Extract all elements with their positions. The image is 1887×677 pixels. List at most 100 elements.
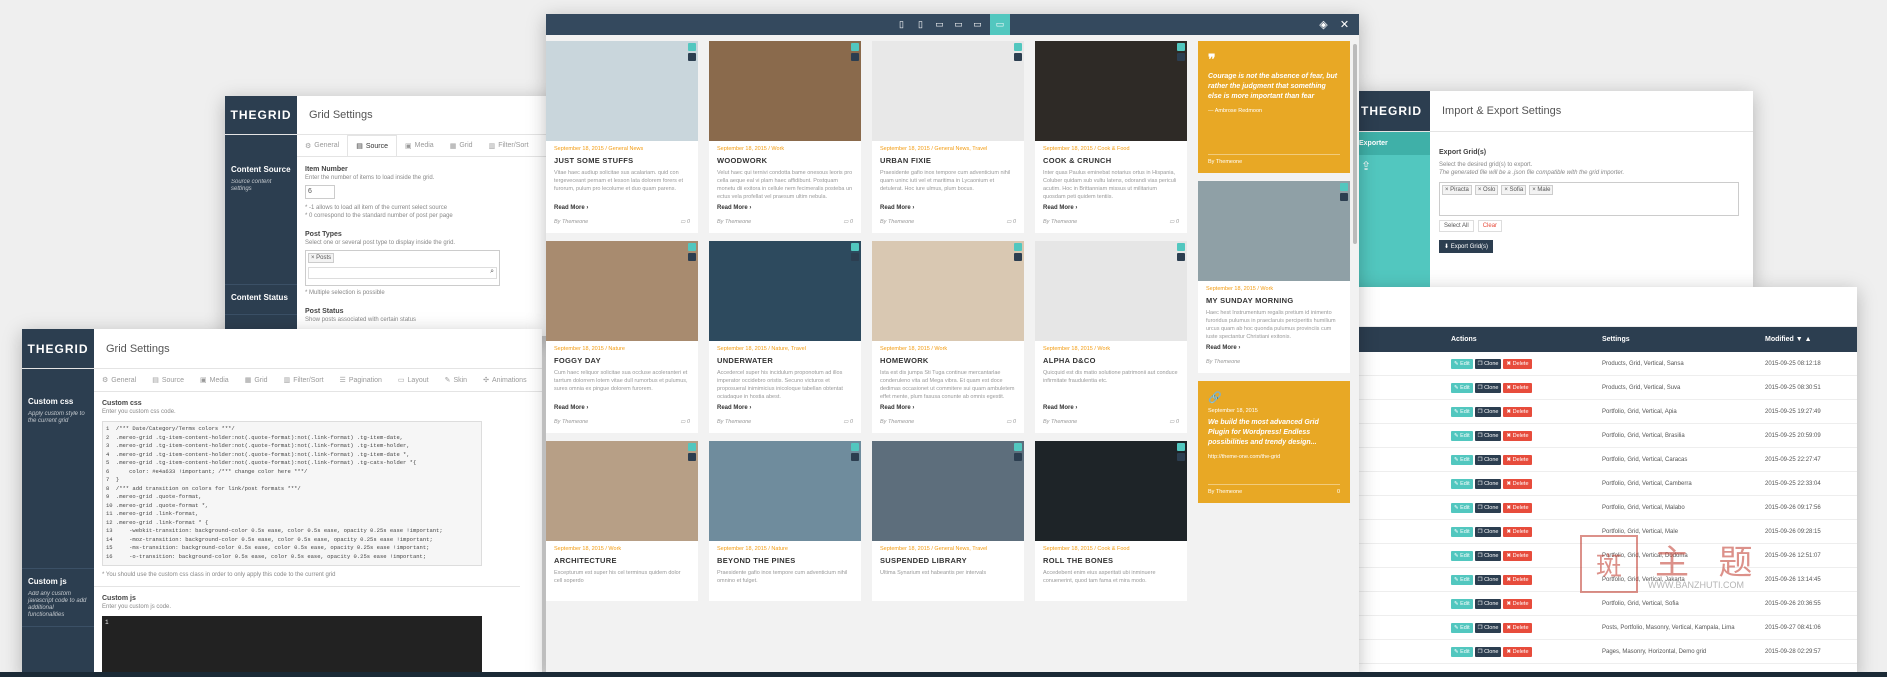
clone-button[interactable]: ❐ Clone xyxy=(1474,430,1502,441)
card-meta[interactable]: September 18, 2015 / Work xyxy=(1035,341,1187,354)
tab-media[interactable]: ▣ Media xyxy=(192,369,237,391)
tab-general[interactable]: ⚙ General xyxy=(297,135,347,156)
tab-pagination[interactable]: ☰ Pagination xyxy=(332,369,390,391)
card-title[interactable]: WOODWORK xyxy=(709,154,861,169)
phone-portrait-icon[interactable]: ▯ xyxy=(895,18,908,31)
quote-card[interactable]: ❞ Courage is not the absence of fear, but… xyxy=(1198,41,1350,173)
link-url[interactable]: http://theme-one.com/the-grid xyxy=(1208,454,1340,460)
link-icon[interactable] xyxy=(1177,243,1185,251)
clone-button[interactable]: ❐ Clone xyxy=(1474,478,1502,489)
eye-icon[interactable] xyxy=(1340,193,1348,201)
grid-chip[interactable]: × Male xyxy=(1529,185,1554,195)
sidebar-item-exporter[interactable]: Exporter xyxy=(1353,132,1430,155)
grid-card[interactable]: September 18, 2015 / Work ARCHITECTURE Exc… xyxy=(546,441,698,601)
comment-count[interactable]: ▭ 0 xyxy=(680,219,690,225)
grid-card[interactable]: September 18, 2015 / Cook & Food COOK & C… xyxy=(1035,41,1187,233)
tab-layout[interactable]: ▭ Layout xyxy=(390,369,437,391)
read-more-link[interactable]: Read More › xyxy=(1198,341,1350,355)
card-author[interactable]: By Themeone xyxy=(880,419,914,425)
comment-count[interactable]: ▭ 0 xyxy=(680,419,690,425)
card-image[interactable] xyxy=(872,441,1024,541)
link-icon[interactable] xyxy=(1014,43,1022,51)
grid-card[interactable]: September 18, 2015 / Nature BEYOND THE PI… xyxy=(709,441,861,601)
link-icon[interactable] xyxy=(688,443,696,451)
comment-count[interactable]: ▭ 0 xyxy=(1169,419,1179,425)
sidebar-item-content-source[interactable]: Content Source Source content settings xyxy=(225,135,297,285)
eye-icon[interactable] xyxy=(688,453,696,461)
card-meta[interactable]: September 18, 2015 / General News xyxy=(546,141,698,154)
delete-button[interactable]: ✖ Delete xyxy=(1503,502,1532,513)
edit-button[interactable]: ✎ Edit xyxy=(1451,406,1473,417)
card-title[interactable]: COOK & CRUNCH xyxy=(1035,154,1187,169)
read-more-link[interactable]: Read More › xyxy=(1035,401,1187,415)
link-icon[interactable] xyxy=(688,243,696,251)
card-title[interactable]: SUSPENDED LIBRARY xyxy=(872,554,1024,569)
card-author[interactable]: By Themeone xyxy=(554,219,588,225)
tablet-icon[interactable]: ▭ xyxy=(933,18,946,31)
modified-header[interactable]: Modified ▼ ▲ xyxy=(1765,336,1812,343)
eye-icon[interactable] xyxy=(1014,53,1022,61)
clone-button[interactable]: ❐ Clone xyxy=(1474,526,1502,537)
link-icon[interactable] xyxy=(851,443,859,451)
edit-button[interactable]: ✎ Edit xyxy=(1451,574,1473,585)
item-number-input[interactable]: 6 xyxy=(305,185,335,199)
tab-filter-sort[interactable]: ▥ Filter/Sort xyxy=(481,135,537,156)
grid-card[interactable]: September 18, 2015 / Work WOODWORK Velut h… xyxy=(709,41,861,233)
grid-chip[interactable]: × Oslo xyxy=(1474,185,1499,195)
tab-source[interactable]: ▤ Source xyxy=(347,135,397,156)
card-image[interactable] xyxy=(1035,441,1187,541)
close-icon[interactable]: ✕ xyxy=(1334,14,1355,35)
clone-button[interactable]: ❐ Clone xyxy=(1474,454,1502,465)
edit-button[interactable]: ✎ Edit xyxy=(1451,502,1473,513)
grid-card[interactable]: September 18, 2015 / Nature FOGGY DAY Cum … xyxy=(546,241,698,433)
card-meta[interactable]: September 18, 2015 / Nature xyxy=(546,341,698,354)
tab-grid[interactable]: ▦ Grid xyxy=(237,369,276,391)
eye-icon[interactable] xyxy=(1177,253,1185,261)
link-icon[interactable] xyxy=(851,243,859,251)
comment-count[interactable]: ▭ 0 xyxy=(1006,419,1016,425)
tab-general[interactable]: ⚙ General xyxy=(94,369,144,391)
link-icon[interactable] xyxy=(1014,443,1022,451)
edit-button[interactable]: ✎ Edit xyxy=(1451,358,1473,369)
post-types-select[interactable]: × Posts ⌕ xyxy=(305,250,500,286)
card-meta[interactable]: September 18, 2015 / Work xyxy=(709,141,861,154)
edit-button[interactable]: ✎ Edit xyxy=(1451,622,1473,633)
eye-icon[interactable] xyxy=(851,53,859,61)
card-title[interactable]: HOMEWORK xyxy=(872,354,1024,369)
monitor-icon[interactable]: ▭ xyxy=(971,18,984,31)
export-grids-button[interactable]: ⬇ Export Grid(s) xyxy=(1439,240,1494,253)
eye-icon[interactable] xyxy=(688,53,696,61)
edit-button[interactable]: ✎ Edit xyxy=(1451,454,1473,465)
delete-button[interactable]: ✖ Delete xyxy=(1503,478,1532,489)
read-more-link[interactable]: Read More › xyxy=(872,201,1024,215)
clone-button[interactable]: ❐ Clone xyxy=(1474,550,1502,561)
card-image[interactable] xyxy=(546,441,698,541)
grid-card[interactable]: September 18, 2015 / General News, Trave… xyxy=(872,41,1024,233)
tab-media[interactable]: ▣ Media xyxy=(397,135,442,156)
tab-skin[interactable]: ✎ Skin xyxy=(437,369,476,391)
eye-icon[interactable] xyxy=(1177,453,1185,461)
grid-chip[interactable]: × Piracta xyxy=(1442,185,1472,195)
sidebar-item-content-status[interactable]: Content Status xyxy=(225,285,297,315)
card-image[interactable] xyxy=(546,41,698,141)
grid-card[interactable]: September 18, 2015 / General News JUST SO… xyxy=(546,41,698,233)
clone-button[interactable]: ❐ Clone xyxy=(1474,574,1502,585)
custom-css-editor[interactable]: 1 /*** Date/Category/Terms colors ***/ 2… xyxy=(102,421,482,566)
link-icon[interactable] xyxy=(851,43,859,51)
card-image[interactable] xyxy=(872,41,1024,141)
eye-icon[interactable] xyxy=(1014,453,1022,461)
card-meta[interactable]: September 18, 2015 / Nature, Travel xyxy=(709,341,861,354)
card-meta[interactable]: September 18, 2015 / Work xyxy=(872,341,1024,354)
read-more-link[interactable]: Read More › xyxy=(1035,201,1187,215)
comment-count[interactable]: ▭ 0 xyxy=(843,419,853,425)
card-meta[interactable]: September 18, 2015 / Cook & Food xyxy=(1035,141,1187,154)
grid-card[interactable]: September 18, 2015 / Work HOMEWORK Ista es… xyxy=(872,241,1024,433)
settings-icon[interactable]: ◈ xyxy=(1313,14,1334,35)
grid-card[interactable]: September 18, 2015 / Work MY SUNDAY MORNI… xyxy=(1198,181,1350,373)
card-title[interactable]: BEYOND THE PINES xyxy=(709,554,861,569)
card-meta[interactable]: September 18, 2015 / Work xyxy=(1198,281,1350,294)
edit-button[interactable]: ✎ Edit xyxy=(1451,478,1473,489)
card-image[interactable] xyxy=(1198,181,1350,281)
clone-button[interactable]: ❐ Clone xyxy=(1474,382,1502,393)
custom-js-editor[interactable]: 1 xyxy=(102,616,482,676)
